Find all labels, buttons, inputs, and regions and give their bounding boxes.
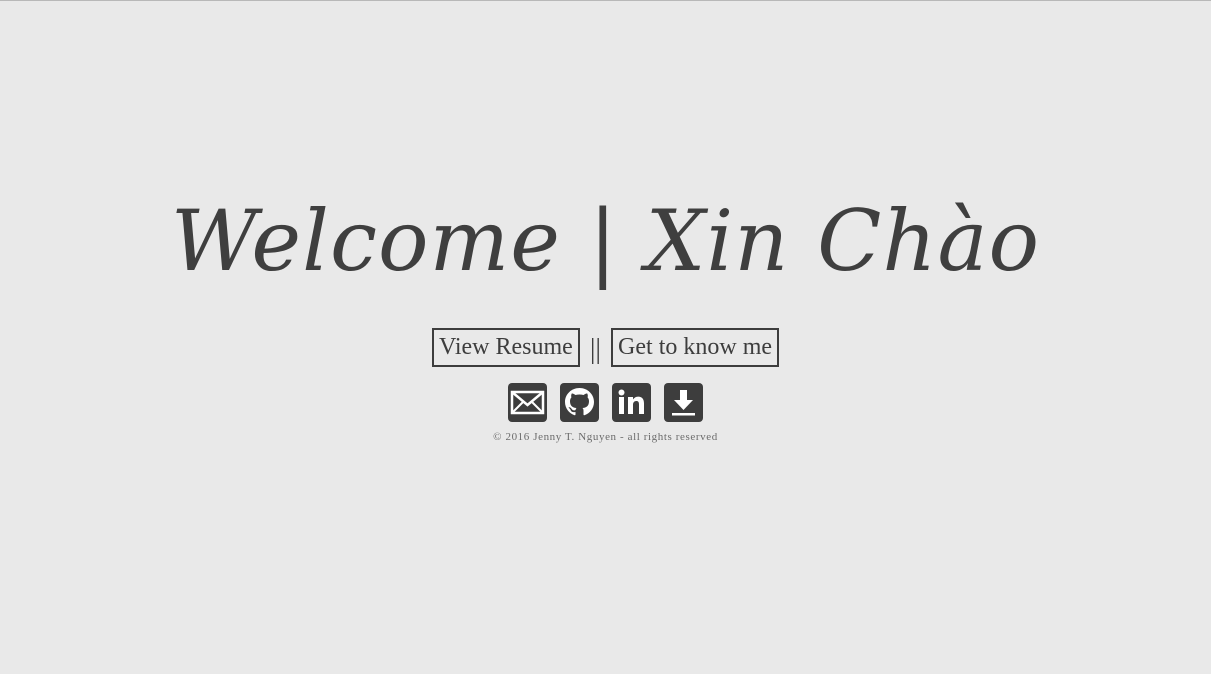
mail-icon: [510, 390, 545, 415]
welcome-heading: Welcome | Xin Chào: [170, 192, 1041, 290]
github-icon: [565, 388, 594, 416]
landing-hero: Welcome | Xin Chào View Resume || Get to…: [0, 1, 1211, 674]
view-resume-button[interactable]: View Resume: [431, 328, 580, 367]
social-links: [0, 383, 1211, 422]
linkedin-icon: [618, 389, 644, 414]
github-link[interactable]: [560, 383, 599, 422]
copyright-footer: © 2016 Jenny T. Nguyen - all rights rese…: [493, 431, 718, 443]
nav-links: View Resume || Get to know me: [0, 328, 1211, 367]
get-to-know-me-button[interactable]: Get to know me: [611, 328, 780, 367]
download-icon: [672, 390, 695, 416]
linkedin-link[interactable]: [612, 383, 651, 422]
download-link[interactable]: [664, 383, 703, 422]
email-link[interactable]: [508, 383, 547, 422]
nav-separator: ||: [589, 333, 602, 365]
